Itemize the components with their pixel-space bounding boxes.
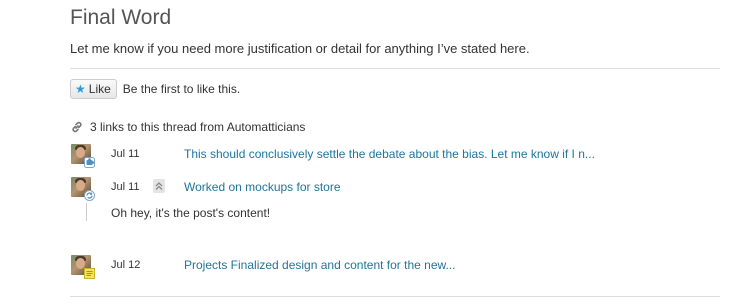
post-content-preview: Oh hey, it's the post's content!: [111, 206, 271, 220]
puzzle-badge-icon: [84, 155, 95, 168]
content-indent-line: [86, 203, 87, 221]
like-button[interactable]: ★ Like: [70, 79, 117, 99]
link-date: Jul 12: [111, 259, 141, 271]
note-badge-icon: [84, 266, 95, 279]
thread-link-item: Jul 12 Projects Finalized design and con…: [70, 255, 720, 279]
like-button-label: Like: [88, 82, 111, 96]
top-divider: [70, 68, 720, 69]
section-title: Final Word: [70, 6, 172, 29]
links-header-text: 3 links to this thread from Automatticia…: [90, 120, 306, 134]
section-intro: Let me know if you need more justificati…: [70, 41, 530, 56]
avatar: [71, 255, 95, 279]
star-icon: ★: [75, 82, 86, 96]
thread-link-title[interactable]: Projects Finalized design and content fo…: [184, 258, 456, 272]
thread-section: Final Word Let me know if you need more …: [70, 0, 720, 305]
link-date: Jul 11: [111, 181, 140, 193]
thread-link-item: Jul 11 Worked on mockups for store: [70, 177, 720, 201]
refresh-badge-icon: [84, 188, 95, 201]
like-row: ★ Like Be the first to like this.: [70, 79, 240, 99]
like-status-text: Be the first to like this.: [122, 82, 241, 96]
collapse-chevron-icon[interactable]: [153, 179, 165, 193]
avatar: [71, 144, 95, 168]
avatar: [71, 177, 95, 201]
chain-link-icon: [70, 120, 84, 134]
links-header: 3 links to this thread from Automatticia…: [70, 119, 305, 135]
thread-link-item: Jul 11 This should conclusively settle t…: [70, 144, 720, 168]
thread-link-title[interactable]: This should conclusively settle the deba…: [184, 147, 595, 161]
link-date: Jul 11: [111, 148, 140, 160]
thread-link-title[interactable]: Worked on mockups for store: [184, 180, 341, 194]
bottom-divider: [70, 296, 720, 297]
